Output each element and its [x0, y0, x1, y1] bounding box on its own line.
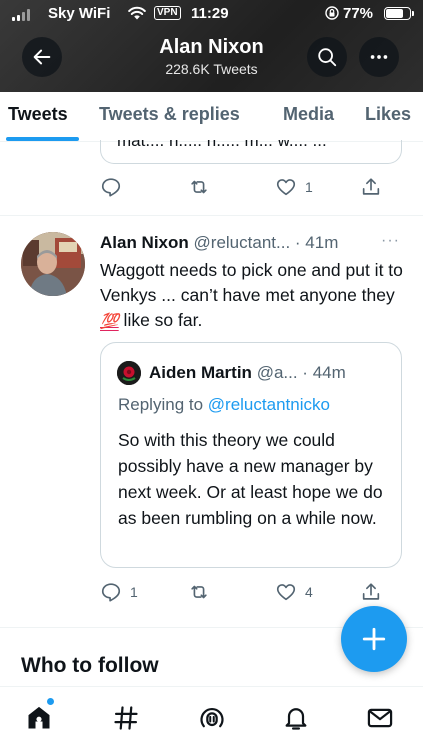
spaces-icon — [200, 707, 224, 728]
quote-text: So with this theory we could possibly ha… — [118, 430, 383, 528]
tweet-text-part2: like so far. — [118, 310, 203, 330]
share-button[interactable] — [360, 580, 382, 604]
tab-tweets[interactable]: Tweets — [8, 104, 68, 125]
share-button[interactable] — [360, 175, 382, 199]
retweet-icon — [191, 585, 207, 599]
like-count: 1 — [305, 179, 313, 195]
nav-spaces[interactable] — [197, 703, 227, 733]
quote-author-handle: @a... — [256, 363, 298, 382]
reply-icon — [101, 178, 121, 197]
tweet-header: Alan Nixon @reluctant... · 41m — [100, 233, 410, 253]
quoted-tweet-card[interactable]: Aiden Martin @a... · 44m Replying to @re… — [100, 342, 402, 568]
who-to-follow-heading: Who to follow — [21, 654, 159, 677]
quote-separator: · — [297, 363, 313, 382]
like-button[interactable]: 1 — [275, 175, 313, 199]
previous-tweet-actions: 1 — [100, 175, 390, 199]
hundred-points-emoji: 💯 — [100, 313, 119, 330]
share-icon — [362, 178, 380, 195]
compose-plus-icon — [362, 627, 386, 651]
heart-icon — [276, 179, 296, 196]
nav-home[interactable] — [24, 703, 54, 733]
tweet-author-handle[interactable]: @reluctant... — [194, 233, 291, 252]
compose-tweet-button[interactable] — [341, 606, 407, 672]
replying-to-line: Replying to @reluctantnicko — [118, 395, 330, 415]
quote-avatar — [117, 361, 141, 385]
tweet-text: Waggott needs to pick one and put it to … — [100, 258, 405, 334]
battery-percent: 77% — [343, 5, 374, 22]
tab-tweets-replies[interactable]: Tweets & replies — [99, 104, 240, 125]
tweet-text-part1: Waggott needs to pick one and put it to … — [100, 260, 403, 305]
wifi-icon — [128, 6, 146, 20]
previous-quote-text: mat.... h..... h..... m... w.... ... — [117, 140, 327, 150]
like-count: 4 — [305, 584, 313, 600]
rose-crest-icon — [117, 361, 141, 385]
explore-icon — [114, 706, 138, 730]
reply-icon — [101, 583, 121, 602]
reply-button[interactable] — [100, 175, 122, 199]
tweet-time[interactable]: 41m — [305, 233, 338, 252]
home-icon — [28, 706, 50, 729]
heart-icon — [276, 584, 296, 601]
status-time: 11:29 — [191, 5, 229, 22]
cellular-signal-icon — [12, 9, 30, 21]
previous-quote-card[interactable]: mat.... h..... h..... m... w.... ... — [100, 140, 402, 164]
tweet-actions: 1 4 — [100, 580, 390, 604]
battery-icon — [384, 7, 414, 20]
quote-header: Aiden Martin @a... · 44m — [149, 363, 346, 383]
new-tweets-dot — [47, 698, 54, 705]
notifications-icon — [285, 708, 307, 730]
active-tab-indicator — [6, 137, 79, 141]
status-bar: Sky WiFi VPN 11:29 77% — [0, 0, 423, 28]
tweet-more-icon[interactable]: ··· — [381, 232, 400, 250]
profile-tabs: Tweets Tweets & replies Media Likes — [0, 92, 423, 142]
more-button[interactable] — [359, 37, 399, 77]
profile-header: Sky WiFi VPN 11:29 77% Alan Nixon 228.6K… — [0, 0, 423, 92]
share-icon — [362, 583, 380, 600]
reply-button[interactable]: 1 — [100, 580, 138, 604]
avatar-photo — [21, 232, 85, 296]
tab-likes[interactable]: Likes — [365, 104, 411, 125]
messages-icon — [367, 708, 393, 728]
tweet-divider — [0, 215, 423, 216]
tweet-separator: · — [290, 233, 306, 252]
more-icon — [370, 55, 388, 59]
search-icon — [318, 48, 337, 67]
like-button[interactable]: 4 — [275, 580, 313, 604]
retweet-button[interactable] — [188, 175, 210, 199]
quote-author-name: Aiden Martin — [149, 363, 252, 382]
nav-notifications[interactable] — [281, 703, 311, 733]
tweet-author-name[interactable]: Alan Nixon — [100, 233, 189, 252]
replying-to-mention[interactable]: @reluctantnicko — [208, 395, 330, 414]
avatar[interactable] — [21, 232, 85, 296]
quote-time: 44m — [312, 363, 346, 382]
reply-count: 1 — [130, 584, 138, 600]
retweet-button[interactable] — [188, 580, 218, 604]
retweet-icon — [191, 180, 207, 194]
carrier-name: Sky WiFi — [48, 5, 111, 22]
tab-media[interactable]: Media — [283, 104, 334, 125]
bottom-navigation — [0, 686, 423, 750]
replying-to-label: Replying to — [118, 395, 208, 414]
search-button[interactable] — [307, 37, 347, 77]
nav-explore[interactable] — [111, 703, 141, 733]
vpn-badge: VPN — [154, 6, 181, 20]
orientation-lock-icon — [325, 6, 339, 20]
nav-messages[interactable] — [365, 703, 395, 733]
